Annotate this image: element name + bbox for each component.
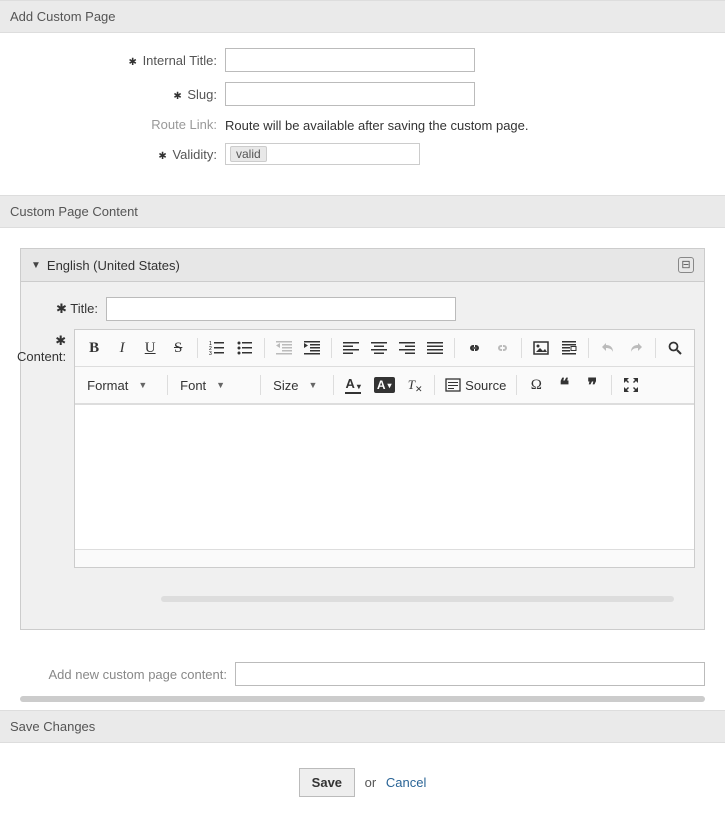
add-custom-page-form: ✱ Internal Title: ✱ Slug: Route Link: Ro… <box>0 33 725 195</box>
validity-select[interactable]: valid <box>225 143 420 165</box>
bg-color-button[interactable]: A▾ <box>368 372 400 398</box>
strikethrough-button[interactable]: S <box>165 335 191 361</box>
route-link-label: Route Link: <box>10 117 225 132</box>
validity-label: ✱ Validity: <box>10 147 225 162</box>
image-button[interactable] <box>528 335 554 361</box>
route-link-text: Route will be available after saving the… <box>225 116 715 133</box>
editor-footer <box>75 549 694 567</box>
accordion-body: ✱ Title: ✱ Content: B I U S 123 <box>20 282 705 630</box>
accordion-language-label: English (United States) <box>47 258 678 273</box>
title-input[interactable] <box>106 297 456 321</box>
editor-horizontal-scrollbar[interactable] <box>31 596 694 604</box>
align-justify-button[interactable] <box>422 335 448 361</box>
bold-button[interactable]: B <box>81 335 107 361</box>
save-changes-body: Save or Cancel <box>0 743 725 822</box>
collapse-icon[interactable]: ⊟ <box>678 257 694 273</box>
bullet-list-button[interactable] <box>232 335 258 361</box>
validity-chip: valid <box>230 146 267 162</box>
media-button[interactable] <box>556 335 582 361</box>
section-header-save-changes: Save Changes <box>0 710 725 743</box>
section-horizontal-scrollbar[interactable] <box>20 696 705 702</box>
outdent-button[interactable] <box>271 335 297 361</box>
content-label: ✱ Content: <box>17 329 74 364</box>
internal-title-label: ✱ Internal Title: <box>10 53 225 68</box>
add-new-content-input[interactable] <box>235 662 705 686</box>
add-new-content-label: Add new custom page content: <box>20 667 235 682</box>
svg-text:3: 3 <box>209 351 212 356</box>
align-center-button[interactable] <box>366 335 392 361</box>
section-header-custom-page-content: Custom Page Content <box>0 195 725 228</box>
find-button[interactable] <box>662 335 688 361</box>
title-label: ✱ Title: <box>31 297 106 317</box>
font-dropdown[interactable]: Font▼ <box>174 372 254 398</box>
accordion-header[interactable]: ▼ English (United States) ⊟ <box>20 248 705 282</box>
section-header-add-custom-page: Add Custom Page <box>0 0 725 33</box>
quote-left-button[interactable]: ❝ <box>551 372 577 398</box>
unlink-button[interactable] <box>489 335 515 361</box>
source-button[interactable]: Source <box>441 377 510 393</box>
cancel-link[interactable]: Cancel <box>386 775 426 790</box>
remove-format-button[interactable]: T✕ <box>402 372 428 398</box>
italic-button[interactable]: I <box>109 335 135 361</box>
add-new-content-row: Add new custom page content: <box>0 650 725 692</box>
or-text: or <box>365 775 377 790</box>
redo-button[interactable] <box>623 335 649 361</box>
undo-button[interactable] <box>595 335 621 361</box>
text-color-button[interactable]: A▾ <box>340 372 366 398</box>
editor-toolbar-row-1: B I U S 123 <box>75 330 694 367</box>
numbered-list-button[interactable]: 123 <box>204 335 230 361</box>
align-right-button[interactable] <box>394 335 420 361</box>
underline-button[interactable]: U <box>137 335 163 361</box>
link-button[interactable] <box>461 335 487 361</box>
rich-text-editor: B I U S 123 <box>74 329 695 568</box>
align-left-button[interactable] <box>338 335 364 361</box>
maximize-button[interactable] <box>618 372 644 398</box>
custom-page-content-body: ▼ English (United States) ⊟ ✱ Title: ✱ C… <box>0 228 725 650</box>
special-char-button[interactable]: Ω <box>523 372 549 398</box>
indent-button[interactable] <box>299 335 325 361</box>
slug-input[interactable] <box>225 82 475 106</box>
quote-right-button[interactable]: ❞ <box>579 372 605 398</box>
format-dropdown[interactable]: Format▼ <box>81 372 161 398</box>
chevron-down-icon: ▼ <box>31 260 41 271</box>
editor-textarea[interactable] <box>75 404 694 549</box>
editor-toolbar-row-2: Format▼ Font▼ Size▼ A▾ A▾ T✕ Source Ω <box>75 367 694 404</box>
slug-label: ✱ Slug: <box>10 87 225 102</box>
size-dropdown[interactable]: Size▼ <box>267 372 327 398</box>
internal-title-input[interactable] <box>225 48 475 72</box>
save-button[interactable]: Save <box>299 768 355 797</box>
